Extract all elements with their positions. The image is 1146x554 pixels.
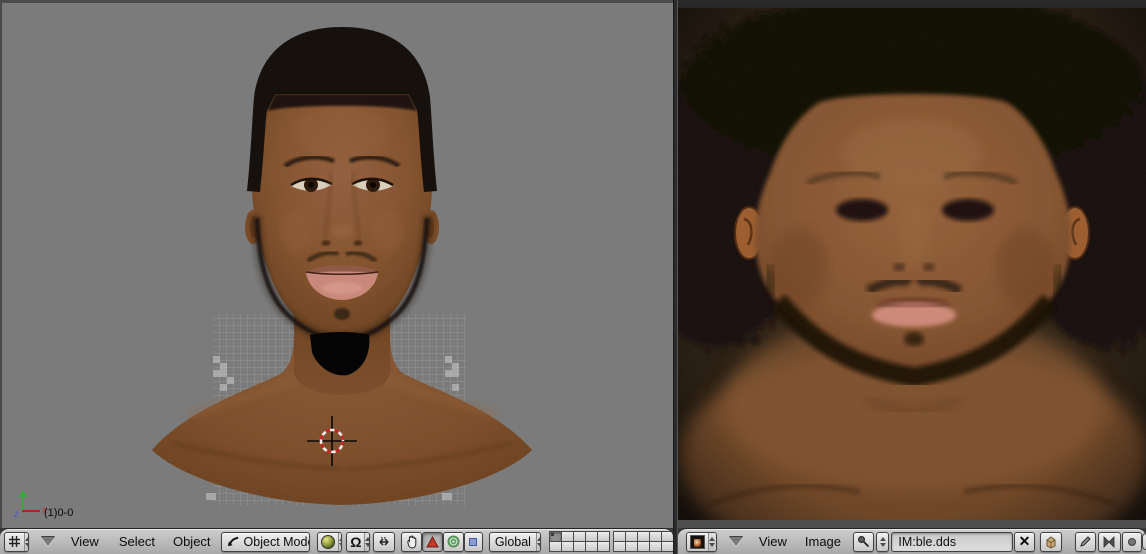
pin-icon bbox=[857, 535, 870, 548]
hand-icon bbox=[405, 535, 418, 549]
menu-image[interactable]: Image bbox=[803, 534, 843, 549]
draw-type-select[interactable] bbox=[317, 532, 343, 552]
image-editor-icon bbox=[690, 535, 705, 549]
viewport-header: View Select Object Object Mode Ω bbox=[0, 528, 673, 554]
manipulator-rotate-toggle[interactable] bbox=[443, 532, 464, 552]
paint-mode-button[interactable] bbox=[1075, 532, 1096, 552]
image-name-field[interactable] bbox=[891, 532, 1013, 552]
panel-3d-view: x z (1)0-0 View Select Object bbox=[0, 0, 673, 554]
axis-indicator: x z bbox=[14, 490, 47, 520]
editor-type-select[interactable] bbox=[4, 532, 29, 552]
stepper[interactable] bbox=[536, 533, 541, 551]
sphere-icon bbox=[321, 535, 335, 549]
manipulator-widget-button[interactable] bbox=[373, 532, 395, 552]
triangle-down-icon[interactable] bbox=[41, 537, 55, 546]
pencil-icon bbox=[1079, 535, 1092, 548]
blend-mode-button[interactable] bbox=[1098, 532, 1121, 552]
layer-cell[interactable] bbox=[597, 541, 610, 552]
menu-object[interactable]: Object bbox=[171, 534, 213, 549]
pin-image-button[interactable] bbox=[853, 532, 874, 552]
menu-view[interactable]: View bbox=[757, 534, 789, 549]
svg-text:z: z bbox=[14, 509, 19, 520]
image-browse-stepper[interactable] bbox=[876, 532, 889, 552]
dot-icon bbox=[1128, 538, 1136, 546]
stepper[interactable] bbox=[364, 533, 369, 551]
stepper[interactable] bbox=[708, 533, 716, 551]
stepper[interactable] bbox=[338, 533, 343, 551]
panel-uv-image-editor: View Image ✕ bbox=[678, 0, 1146, 554]
menu-select[interactable]: Select bbox=[117, 534, 157, 549]
mode-select[interactable]: Object Mode bbox=[221, 532, 310, 552]
rotation-pivot-icon: Ω bbox=[350, 535, 361, 549]
dot-toggle-button[interactable] bbox=[1122, 532, 1142, 552]
triangle-down-icon[interactable] bbox=[729, 537, 743, 546]
red-triangle-icon bbox=[426, 536, 439, 548]
stepper[interactable] bbox=[24, 533, 29, 551]
menu-view[interactable]: View bbox=[69, 534, 101, 549]
clear-image-button[interactable]: ✕ bbox=[1014, 532, 1034, 552]
viewport-3d[interactable]: x z (1)0-0 bbox=[0, 0, 673, 528]
package-icon bbox=[1044, 535, 1058, 549]
pack-image-button[interactable] bbox=[1040, 532, 1062, 552]
header-drag-pill[interactable] bbox=[1142, 533, 1146, 550]
layer-cell[interactable] bbox=[661, 541, 674, 552]
manipulator-translate-toggle[interactable] bbox=[422, 532, 443, 552]
orientation-select[interactable]: Global bbox=[489, 532, 541, 552]
head-model-render: x z bbox=[2, 3, 673, 528]
uv-image-canvas[interactable] bbox=[678, 0, 1146, 528]
viewport-status-text: (1)0-0 bbox=[44, 507, 73, 519]
texture-image bbox=[678, 3, 1146, 528]
layer-buttons[interactable] bbox=[549, 532, 673, 552]
green-circle-icon bbox=[447, 535, 460, 548]
manipulator-hand-toggle[interactable] bbox=[401, 532, 422, 552]
editor-type-select[interactable] bbox=[686, 532, 717, 552]
translate-arrows-icon bbox=[377, 537, 391, 547]
bowtie-icon bbox=[1102, 536, 1116, 548]
blender-window: x z (1)0-0 View Select Object bbox=[0, 0, 1146, 554]
grid-icon bbox=[8, 535, 21, 548]
manipulator-scale-toggle[interactable] bbox=[464, 532, 483, 552]
object-mode-icon bbox=[227, 535, 240, 548]
pivot-select[interactable]: Ω bbox=[346, 532, 370, 552]
uv-editor-header: View Image ✕ bbox=[678, 528, 1146, 554]
blue-square-icon bbox=[469, 538, 477, 546]
